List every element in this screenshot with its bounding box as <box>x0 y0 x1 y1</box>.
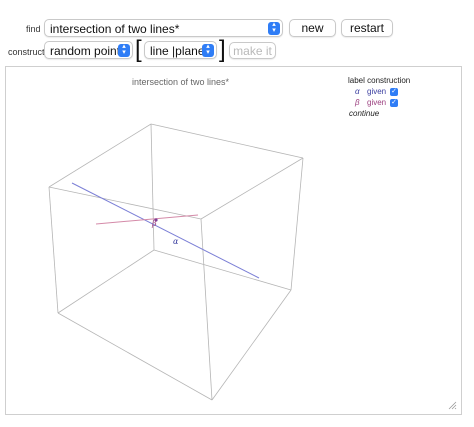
bounding-box <box>48 123 304 401</box>
legend-alpha-symbol: α <box>355 87 360 96</box>
construct-label: construct <box>8 47 45 57</box>
label-alpha: α <box>173 237 179 246</box>
select-arrows-icon: ▴ ▾ <box>268 21 280 35</box>
object-type-select[interactable]: line |plane ▴ ▾ <box>144 41 217 59</box>
find-label: find <box>26 24 41 34</box>
restart-button[interactable]: restart <box>341 19 393 37</box>
bracket-open: [ <box>135 36 142 63</box>
find-select[interactable]: intersection of two lines* ▴ ▾ <box>44 19 283 37</box>
line-alpha <box>71 182 260 279</box>
bracket-close: ] <box>219 36 226 63</box>
graphics-panel[interactable]: intersection of two lines* β α label con… <box>5 66 462 415</box>
find-select-value: intersection of two lines* <box>50 22 180 36</box>
3d-plot[interactable]: β α <box>6 67 461 414</box>
legend-beta-given: given <box>367 98 387 107</box>
continue-link[interactable]: continue <box>349 109 379 118</box>
alpha-checkbox[interactable]: ✓ <box>390 88 398 96</box>
legend-beta-symbol: β <box>355 98 360 107</box>
type-option-line: line <box>150 44 169 58</box>
beta-checkbox[interactable]: ✓ <box>390 99 398 107</box>
resize-handle-icon[interactable] <box>448 401 457 410</box>
construct-select-value: random point <box>50 44 121 58</box>
new-button[interactable]: new <box>289 19 336 37</box>
make-it-button[interactable]: make it <box>229 42 276 59</box>
select-arrows-icon: ▴ ▾ <box>202 43 214 57</box>
line-beta <box>95 214 199 225</box>
legend-alpha-given: given <box>367 87 387 96</box>
select-arrows-icon: ▴ ▾ <box>118 43 130 57</box>
type-option-plane: plane <box>175 44 205 58</box>
label-beta: β <box>151 219 157 228</box>
construct-select[interactable]: random point ▴ ▾ <box>44 41 133 59</box>
object-type-value: line |plane <box>150 44 205 58</box>
legend-header: label construction <box>348 76 411 85</box>
